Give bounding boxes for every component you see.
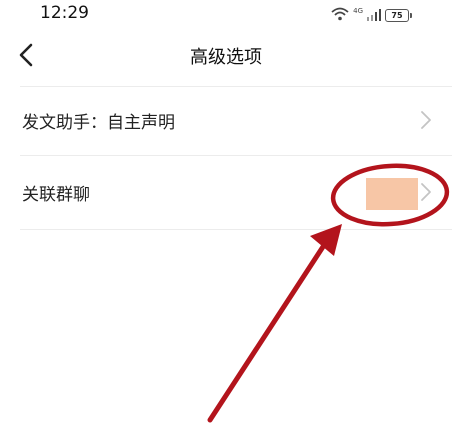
- status-time: 12:29: [40, 3, 89, 23]
- screen: 12:29 4G 75 高级选项 发文助手：自主声明 关联群聊: [0, 0, 452, 433]
- divider: [20, 155, 452, 156]
- chevron-right-icon: [421, 183, 431, 201]
- wifi-icon: [331, 6, 349, 25]
- chevron-right-icon: [421, 111, 431, 129]
- divider: [20, 229, 452, 230]
- redacted-value: [366, 178, 418, 210]
- header: 高级选项: [0, 30, 452, 80]
- battery-icon: 75: [385, 9, 412, 22]
- signal-icon: [367, 6, 381, 25]
- network-type-label: 4G: [353, 6, 363, 15]
- page-title: 高级选项: [190, 47, 262, 68]
- battery-level: 75: [385, 9, 409, 22]
- status-icons: 4G 75: [331, 6, 412, 25]
- annotation-arrow: [207, 233, 333, 423]
- status-bar: 12:29 4G 75: [0, 0, 452, 28]
- row-linked-group-chat[interactable]: 关联群聊: [0, 158, 452, 226]
- row-label: 关联群聊: [22, 185, 90, 205]
- row-publish-assistant[interactable]: 发文助手：自主声明: [0, 86, 452, 154]
- row-label: 发文助手：自主声明: [22, 113, 175, 133]
